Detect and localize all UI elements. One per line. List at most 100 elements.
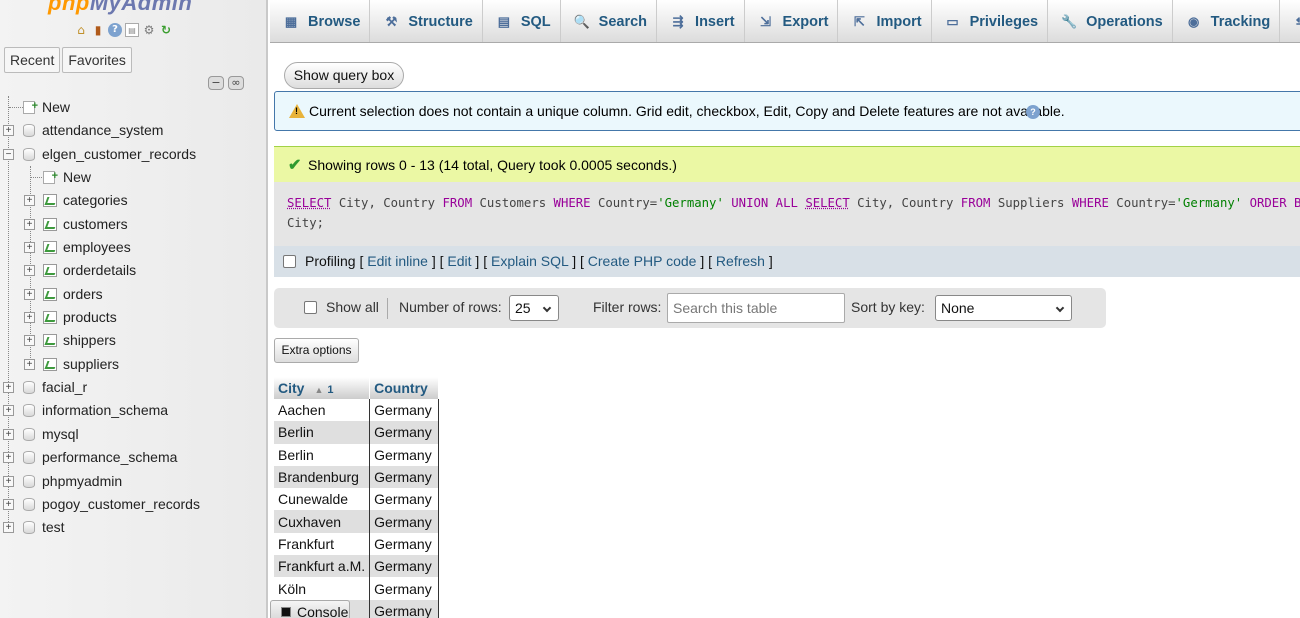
create-php-code-link[interactable]: Create PHP code — [588, 253, 697, 269]
tree-item-suppliers[interactable]: + suppliers — [0, 353, 266, 376]
tree-item-information-schema[interactable]: + information_schema — [0, 399, 266, 422]
tree-item-label[interactable]: New — [63, 166, 91, 189]
tree-item-categories[interactable]: + categories — [0, 189, 266, 212]
tree-item-phpmyadmin[interactable]: + phpmyadmin — [0, 470, 266, 493]
help-icon[interactable]: ? — [1026, 105, 1040, 119]
tree-item-label[interactable]: customers — [63, 213, 128, 236]
tree-item-label[interactable]: suppliers — [63, 353, 119, 376]
expand-icon[interactable]: + — [3, 522, 14, 534]
tree-item-elgen-customer-records[interactable]: − elgen_customer_records — [0, 143, 266, 166]
expand-icon[interactable]: + — [3, 125, 14, 137]
tree-item-products[interactable]: + products — [0, 306, 266, 329]
tree-item-label[interactable]: products — [63, 306, 117, 329]
tree-item-label[interactable]: mysql — [42, 423, 79, 446]
tree-item-label[interactable]: employees — [63, 236, 131, 259]
tree-item-label[interactable]: orders — [63, 283, 103, 306]
tree-item-new[interactable]: New — [0, 165, 266, 189]
tab-structure[interactable]: ⚒ Structure — [370, 0, 483, 42]
show-query-box-button[interactable]: Show query box — [284, 62, 404, 89]
expand-icon[interactable]: + — [24, 195, 35, 207]
expand-icon[interactable]: + — [24, 218, 35, 230]
expand-icon[interactable]: + — [3, 428, 14, 440]
tree-item-label[interactable]: New — [42, 96, 70, 119]
expand-icon[interactable]: + — [3, 475, 14, 487]
filter-rows-input[interactable]: Search this table — [667, 293, 845, 323]
home-icon[interactable]: ⌂ — [74, 23, 88, 37]
collapse-icon[interactable]: − — [3, 148, 14, 160]
table-row[interactable]: Frankfurt a.M. Germany — [274, 555, 440, 578]
expand-icon[interactable]: + — [3, 382, 14, 394]
tab-insert[interactable]: ⇶ Insert — [657, 0, 745, 42]
gear-icon[interactable]: ⚙ — [142, 23, 156, 37]
column-header-city[interactable]: City ▲ 1 — [274, 377, 371, 399]
tree-item-label[interactable]: attendance_system — [42, 119, 163, 142]
expand-icon[interactable]: + — [24, 265, 35, 277]
tree-item-label[interactable]: categories — [63, 189, 128, 212]
tab-browse[interactable]: ▦ Browse — [270, 0, 371, 42]
expand-icon[interactable]: + — [3, 405, 14, 417]
tree-item-label[interactable]: pogoy_customer_records — [42, 493, 200, 516]
tree-item-facial-r[interactable]: + facial_r — [0, 376, 266, 399]
help-icon[interactable]: ? — [108, 23, 122, 37]
console-button[interactable]: Console — [270, 600, 350, 618]
tree-item-attendance-system[interactable]: + attendance_system — [0, 119, 266, 142]
tab-import[interactable]: ⇱ Import — [838, 0, 932, 42]
tree-item-orders[interactable]: + orders — [0, 283, 266, 306]
reload-icon[interactable]: ↻ — [159, 23, 173, 37]
tab-search[interactable]: 🔍 Search — [561, 0, 658, 42]
table-row[interactable]: Aachen Germany — [274, 399, 440, 422]
tree-item-label[interactable]: facial_r — [42, 376, 87, 399]
sort-by-key-select[interactable]: None — [935, 295, 1072, 321]
tree-item-label[interactable]: phpmyadmin — [42, 470, 122, 493]
show-all-checkbox[interactable] — [304, 301, 317, 314]
tree-item-pogoy-customer-records[interactable]: + pogoy_customer_records — [0, 493, 266, 516]
extra-options-button[interactable]: Extra options — [274, 338, 359, 363]
tree-item-employees[interactable]: + employees — [0, 236, 266, 259]
edit-link[interactable]: Edit — [447, 253, 471, 269]
tree-item-label[interactable]: elgen_customer_records — [42, 143, 196, 166]
expand-icon[interactable]: + — [3, 452, 14, 464]
table-row[interactable]: Frankfurt Germany — [274, 532, 440, 556]
table-row[interactable]: Cunewalde Germany — [274, 488, 440, 511]
tree-item-new[interactable]: New — [0, 95, 266, 119]
tab-export[interactable]: ⇲ Export — [745, 0, 839, 42]
refresh-link[interactable]: Refresh — [716, 253, 765, 269]
recent-tab[interactable]: Recent — [4, 47, 61, 73]
expand-icon[interactable]: + — [24, 312, 35, 324]
phpmyadmin-logo[interactable]: phpMyAdmin — [48, 0, 192, 16]
table-row[interactable]: Berlin Germany — [274, 443, 440, 466]
tree-item-test[interactable]: + test — [0, 516, 266, 539]
rows-per-page-select[interactable]: 25 — [509, 295, 559, 321]
tab-operations[interactable]: 🔧 Operations — [1048, 0, 1173, 42]
tab-tracking[interactable]: ◉ Tracking — [1173, 0, 1281, 42]
expand-icon[interactable]: + — [24, 242, 35, 254]
tab-privileges[interactable]: ▭ Privileges — [932, 0, 1049, 42]
tree-item-label[interactable]: test — [42, 516, 65, 539]
expand-icon[interactable]: + — [24, 335, 35, 347]
link-with-main-icon[interactable]: ∞ — [228, 76, 244, 90]
expand-icon[interactable]: + — [24, 358, 35, 370]
tree-item-label[interactable]: orderdetails — [63, 259, 136, 282]
tab-trigg[interactable]: ⇆Trigg — [1280, 0, 1300, 42]
documentation-icon[interactable]: ▤ — [125, 23, 139, 37]
profiling-checkbox[interactable] — [283, 255, 296, 268]
table-row[interactable]: Köln Germany — [274, 577, 440, 600]
tree-item-mysql[interactable]: + mysql — [0, 423, 266, 446]
tree-item-label[interactable]: performance_schema — [42, 446, 177, 469]
explain-sql-link[interactable]: Explain SQL — [491, 253, 568, 269]
expand-icon[interactable]: + — [3, 498, 14, 510]
collapse-all-icon[interactable]: − — [208, 76, 224, 90]
table-row[interactable]: Cuxhaven Germany — [274, 510, 440, 533]
sql-query-display[interactable]: SELECT City, Country FROM Customers WHER… — [274, 182, 1300, 246]
edit-inline-link[interactable]: Edit inline — [367, 253, 428, 269]
tab-sql[interactable]: ▤ SQL — [483, 0, 561, 42]
expand-icon[interactable]: + — [24, 288, 35, 300]
table-row[interactable]: Berlin Germany — [274, 421, 440, 444]
tree-item-label[interactable]: information_schema — [42, 399, 168, 422]
tree-item-performance-schema[interactable]: + performance_schema — [0, 446, 266, 469]
favorites-tab[interactable]: Favorites — [62, 47, 132, 73]
tree-item-label[interactable]: shippers — [63, 329, 116, 352]
table-row[interactable]: Brandenburg Germany — [274, 465, 440, 489]
tree-item-customers[interactable]: + customers — [0, 213, 266, 236]
tree-item-orderdetails[interactable]: + orderdetails — [0, 259, 266, 282]
